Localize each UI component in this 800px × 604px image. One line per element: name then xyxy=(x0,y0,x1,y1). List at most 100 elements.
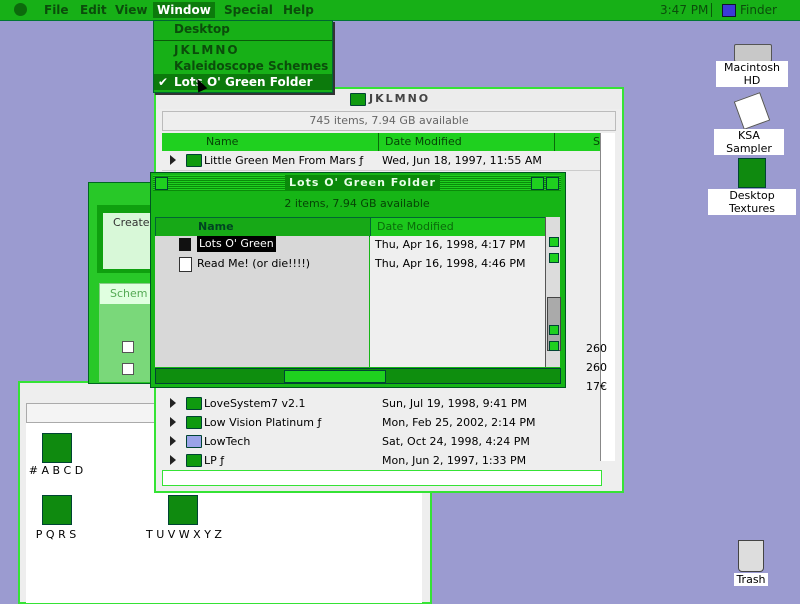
list-row[interactable]: LP ƒ Mon, Jun 2, 1997, 1:33 PM xyxy=(162,451,600,470)
folder-icon[interactable] xyxy=(738,158,766,188)
menu-item-jklmno[interactable]: JKLMNO xyxy=(154,42,332,58)
column-header-name[interactable]: Name xyxy=(162,133,378,151)
finder-icon xyxy=(722,4,736,17)
list-row[interactable]: LoveSystem7 v2.1 Sun, Jul 19, 1998, 9:41… xyxy=(162,394,600,413)
checkbox-checked[interactable] xyxy=(122,363,134,375)
disclosure-triangle-icon[interactable] xyxy=(170,436,176,446)
clock[interactable]: 3:47 PM xyxy=(660,2,708,18)
menu-edit[interactable]: Edit xyxy=(78,2,109,18)
hard-drive-icon[interactable] xyxy=(734,44,772,62)
folder-icon xyxy=(350,93,366,106)
desktop-icon-label[interactable]: KSA Sampler xyxy=(714,129,784,155)
menu-item-kaleidoscope-schemes[interactable]: Kaleidoscope Schemes xyxy=(154,58,332,74)
menu-item-lots-o-green-folder[interactable]: ✔ Lots O' Green Folder xyxy=(154,74,332,90)
folder-label[interactable]: # A B C D xyxy=(26,464,86,477)
menu-window[interactable]: Window xyxy=(153,2,215,18)
menu-view[interactable]: View xyxy=(113,2,149,18)
folder-label[interactable]: P Q R S xyxy=(26,528,86,541)
menu-item-label: Kaleidoscope Schemes xyxy=(174,59,329,73)
file-date: Thu, Apr 16, 1998, 4:46 PM xyxy=(375,257,526,270)
file-date: Sat, Oct 24, 1998, 4:24 PM xyxy=(382,435,530,448)
file-name: LP ƒ xyxy=(204,454,225,467)
checkmark-icon: ✔ xyxy=(158,75,169,89)
list-row[interactable]: LowTech Sat, Oct 24, 1998, 4:24 PM xyxy=(162,432,600,451)
list-row[interactable]: Read Me! (or die!!!!) Thu, Apr 16, 1998,… xyxy=(155,254,545,273)
column-header-size[interactable]: S xyxy=(554,133,601,151)
header-label: Name xyxy=(206,135,239,148)
folder-icon xyxy=(186,454,202,467)
menu-item-desktop[interactable]: Desktop xyxy=(154,21,332,37)
close-box-icon[interactable] xyxy=(155,177,168,190)
size-value: 260 xyxy=(586,342,607,355)
scroll-arrow-up-icon[interactable] xyxy=(549,237,559,247)
folder-icon xyxy=(186,154,202,167)
folder-icon xyxy=(186,397,202,410)
list-row[interactable]: Lots O' Green Thu, Apr 16, 1998, 4:17 PM xyxy=(155,235,545,254)
header-label: Date Modified xyxy=(385,135,462,148)
row-divider xyxy=(162,170,600,171)
scroll-thumb[interactable] xyxy=(284,370,386,383)
file-name: Little Green Men From Mars ƒ xyxy=(204,154,364,167)
list-row[interactable]: Little Green Men From Mars ƒ Wed, Jun 18… xyxy=(162,151,600,170)
disclosure-triangle-icon[interactable] xyxy=(170,455,176,465)
menu-item-label: JKLMNO xyxy=(174,43,240,57)
column-header-name[interactable]: Name xyxy=(155,217,371,237)
horizontal-scrollbar[interactable] xyxy=(155,368,561,384)
horizontal-scrollbar[interactable] xyxy=(162,470,602,486)
folder-icon xyxy=(186,435,202,448)
vertical-scrollbar[interactable] xyxy=(545,217,561,367)
file-date: Thu, Apr 16, 1998, 4:17 PM xyxy=(375,238,526,251)
disclosure-triangle-icon[interactable] xyxy=(170,417,176,427)
desktop-icon-label[interactable]: Desktop Textures xyxy=(708,189,796,215)
size-value: 17€ xyxy=(586,380,607,393)
header-label: Name xyxy=(198,220,234,233)
status-bar: 745 items, 7.94 GB available xyxy=(162,111,616,131)
window-title: Lots O' Green Folder xyxy=(285,175,440,191)
lots-o-green-window: Lots O' Green Folder 2 items, 7.94 GB av… xyxy=(150,172,566,388)
file-name: LoveSystem7 v2.1 xyxy=(204,397,306,410)
disclosure-triangle-icon[interactable] xyxy=(170,155,176,165)
scroll-arrow-icon[interactable] xyxy=(549,253,559,263)
folder-label[interactable]: T U V W X Y Z xyxy=(144,528,224,541)
window-title: JKLMNO xyxy=(369,92,431,105)
document-icon xyxy=(179,257,192,272)
menu-file[interactable]: File xyxy=(42,2,71,18)
vertical-scrollbar[interactable] xyxy=(600,133,615,461)
menu-divider xyxy=(711,3,712,17)
file-name: Low Vision Platinum ƒ xyxy=(204,416,322,429)
window-menu-dropdown: Desktop JKLMNO Kaleidoscope Schemes ✔ Lo… xyxy=(153,20,333,93)
folder-icon xyxy=(186,416,202,429)
file-name: Lots O' Green xyxy=(197,236,276,252)
scroll-arrow-icon[interactable] xyxy=(549,325,559,335)
column-header-date[interactable]: Date Modified xyxy=(378,133,555,151)
file-date: Mon, Jun 2, 1997, 1:33 PM xyxy=(382,454,527,467)
folder-icon[interactable] xyxy=(42,433,72,463)
zoom-box-icon[interactable] xyxy=(531,177,544,190)
collapse-box-icon[interactable] xyxy=(546,177,559,190)
scroll-arrow-down-icon[interactable] xyxy=(549,341,559,351)
disclosure-triangle-icon[interactable] xyxy=(170,398,176,408)
list-row[interactable]: Low Vision Platinum ƒ Mon, Feb 25, 2002,… xyxy=(162,413,600,432)
column-header-date[interactable]: Date Modified xyxy=(370,217,546,237)
desktop-icon-label[interactable]: Macintosh HD xyxy=(716,61,788,87)
checkbox[interactable] xyxy=(122,341,134,353)
menu-special[interactable]: Special xyxy=(222,2,275,18)
file-date: Mon, Feb 25, 2002, 2:14 PM xyxy=(382,416,536,429)
title-bar[interactable]: Lots O' Green Folder xyxy=(153,175,561,191)
apple-menu-icon[interactable] xyxy=(14,3,27,16)
tab-label: Schem xyxy=(110,287,148,300)
header-label: Date Modified xyxy=(377,220,454,233)
folder-icon[interactable] xyxy=(168,495,198,525)
menu-separator xyxy=(154,40,332,41)
file-date: Sun, Jul 19, 1998, 9:41 PM xyxy=(382,397,527,410)
desktop-icon-label[interactable]: Trash xyxy=(734,573,768,586)
application-menu[interactable]: Finder xyxy=(740,2,777,18)
file-date: Wed, Jun 18, 1997, 11:55 AM xyxy=(382,154,542,167)
document-icon[interactable] xyxy=(733,92,771,130)
trash-icon[interactable] xyxy=(738,540,764,572)
file-name: LowTech xyxy=(204,435,251,448)
menu-help[interactable]: Help xyxy=(281,2,316,18)
folder-icon[interactable] xyxy=(42,495,72,525)
window-title-text: Lots O' Green Folder xyxy=(289,176,436,189)
status-bar: 2 items, 7.94 GB available xyxy=(284,197,430,210)
